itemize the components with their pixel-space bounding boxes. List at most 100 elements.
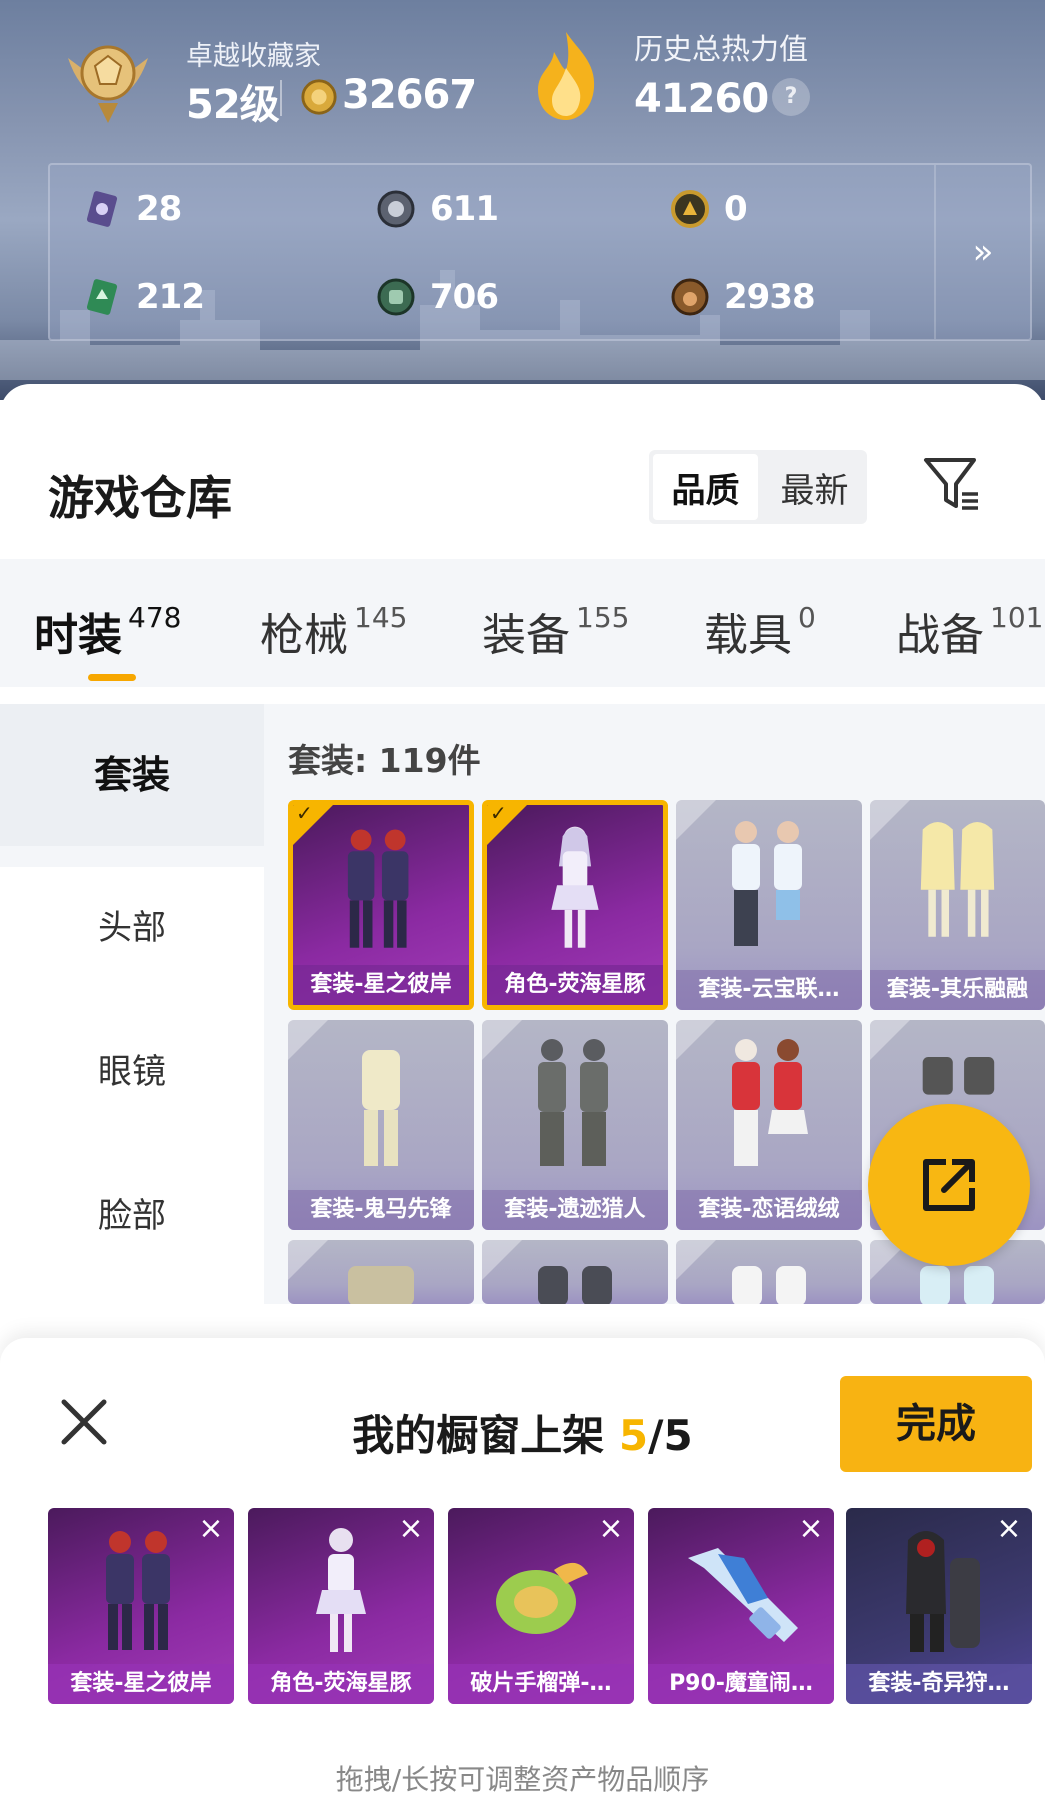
warehouse-title: 游戏仓库 [48, 471, 232, 525]
green-coin-icon [377, 278, 415, 316]
shelf-item[interactable]: × 角色-荧海星豚 [248, 1508, 434, 1704]
active-tab-indicator [88, 674, 136, 681]
silver-coin-icon [377, 190, 415, 228]
sort-newest-button[interactable]: 最新 [762, 450, 867, 524]
item-tile[interactable]: 套装-恋语绒绒 [676, 1020, 862, 1230]
shelf-item-label: 套装-奇异狩… [846, 1664, 1032, 1704]
shelf-item-label: 角色-荧海星豚 [248, 1664, 434, 1704]
item-tile[interactable]: 套装-鬼马先锋 [288, 1020, 474, 1230]
share-button[interactable] [868, 1104, 1030, 1266]
selected-check-icon: ✓ [487, 805, 527, 845]
bronze-coin-icon [671, 278, 709, 316]
stat-item: 2938 [670, 275, 816, 319]
stat-item: 212 [82, 275, 205, 319]
unselected-check-icon [870, 800, 910, 840]
tab-count: 101 [990, 601, 1044, 634]
item-tile[interactable] [288, 1240, 474, 1304]
item-tile[interactable] [482, 1240, 668, 1304]
item-tile[interactable] [676, 1240, 862, 1304]
outfit-preview-icon [920, 1266, 994, 1304]
shelf-item[interactable]: × 破片手榴弹-… [448, 1508, 634, 1704]
stat-item: 0 [670, 187, 748, 231]
heat-value: 41260 [634, 76, 769, 122]
expand-stats-button[interactable]: » [934, 165, 1030, 339]
stat-value: 611 [430, 189, 499, 229]
tab-equipment[interactable]: 装备 155 [482, 599, 629, 663]
unselected-check-icon [676, 800, 716, 840]
item-tile[interactable]: ✓ 角色-荧海星豚 [482, 800, 668, 1010]
collector-rank-medal-icon [68, 45, 148, 123]
share-export-icon [923, 1159, 975, 1211]
remove-item-icon[interactable]: × [992, 1512, 1026, 1546]
sidebar-item-glasses[interactable]: 眼镜 [0, 1044, 264, 1093]
tab-count: 155 [576, 601, 630, 634]
outfit-preview-icon [348, 1266, 414, 1304]
sidebar-item-head[interactable]: 头部 [0, 900, 264, 949]
remove-item-icon[interactable]: × [194, 1512, 228, 1546]
stat-value: 2938 [724, 277, 816, 317]
item-label: 角色-荧海星豚 [487, 965, 663, 1005]
done-button[interactable]: 完成 [840, 1376, 1032, 1472]
tab-guns[interactable]: 枪械 145 [260, 599, 407, 663]
stat-value: 212 [136, 277, 205, 317]
shelf-item-label: P90-魔童闹… [648, 1664, 834, 1704]
sidebar-item-sets[interactable]: 套装 [0, 704, 264, 846]
unselected-check-icon [870, 1020, 910, 1060]
set-count-label: 套装: 119件 [288, 741, 481, 780]
item-label: 套装-恋语绒绒 [676, 1190, 862, 1230]
item-tile[interactable]: ✓ 套装-星之彼岸 [288, 800, 474, 1010]
tab-count: 0 [798, 601, 816, 634]
stat-value: 0 [724, 189, 748, 229]
showcase-title-text: 我的橱窗上架 [352, 1411, 605, 1460]
tab-label: 枪械 [260, 610, 348, 661]
reorder-hint: 拖拽/长按可调整资产物品顺序 [335, 1763, 710, 1796]
gold-token-icon [671, 190, 709, 228]
filter-icon[interactable] [922, 454, 982, 514]
category-tabs: 时装 478 枪械 145 装备 155 载具 0 战备 101 [0, 559, 1045, 687]
shelf-item-label: 套装-星之彼岸 [48, 1664, 234, 1704]
unselected-check-icon [288, 1020, 328, 1060]
shelf-item[interactable]: × 套装-奇异狩… [846, 1508, 1032, 1704]
item-tile[interactable]: 套装-遗迹猎人 [482, 1020, 668, 1230]
remove-item-icon[interactable]: × [594, 1512, 628, 1546]
item-tile[interactable]: 套装-云宝联… [676, 800, 862, 1010]
shelf-item-label: 破片手榴弹-… [448, 1664, 634, 1704]
unselected-check-icon [676, 1020, 716, 1060]
heat-help-button[interactable]: ? [772, 78, 810, 116]
stat-item: 28 [82, 187, 182, 231]
stat-value: 706 [430, 277, 499, 317]
tab-fashion[interactable]: 时装 478 [34, 599, 181, 663]
item-tile[interactable]: 套装-其乐融融 [870, 800, 1045, 1010]
item-label: 套装-遗迹猎人 [482, 1190, 668, 1230]
sort-quality-button[interactable]: 品质 [653, 454, 758, 520]
shelf-item[interactable]: × 套装-星之彼岸 [48, 1508, 234, 1704]
stat-item: 611 [376, 187, 499, 231]
showcase-count-total: 5 [663, 1411, 693, 1460]
tab-label: 战备 [896, 610, 984, 661]
unselected-check-icon [482, 1020, 522, 1060]
card-purple-icon [86, 191, 118, 227]
gold-coin-icon [301, 79, 337, 115]
showcase-count-current: 5 [618, 1411, 649, 1460]
resource-stats-panel[interactable]: 28 611 0 212 706 2938 » [48, 163, 1032, 341]
tab-label: 时装 [34, 610, 122, 661]
item-label: 套装-云宝联… [676, 970, 862, 1010]
tab-count: 145 [354, 601, 408, 634]
item-label: 套装-其乐融融 [870, 970, 1045, 1010]
selected-check-icon: ✓ [293, 805, 333, 845]
outfit-preview-icon [732, 1266, 806, 1304]
heat-flame-icon [538, 32, 595, 120]
header-divider [280, 80, 282, 116]
showcase-count-separator: / [648, 1411, 664, 1460]
shelf-item[interactable]: × P90-魔童闹… [648, 1508, 834, 1704]
subcategory-sidebar: 套装 头部 眼镜 脸部 [0, 704, 264, 1304]
remove-item-icon[interactable]: × [794, 1512, 828, 1546]
tab-supplies[interactable]: 战备 101 [896, 599, 1043, 663]
tab-vehicles[interactable]: 载具 0 [704, 599, 816, 663]
showcase-sheet: 我的橱窗上架 5/5 完成 × 套装-星之彼岸 × 角色-荧海星豚 × 破片手榴… [0, 1338, 1045, 1799]
sort-toggle: 品质 最新 [649, 450, 867, 524]
remove-item-icon[interactable]: × [394, 1512, 428, 1546]
stat-item: 706 [376, 275, 499, 319]
sidebar-item-face[interactable]: 脸部 [0, 1188, 264, 1237]
heat-title: 历史总热力值 [634, 32, 809, 66]
